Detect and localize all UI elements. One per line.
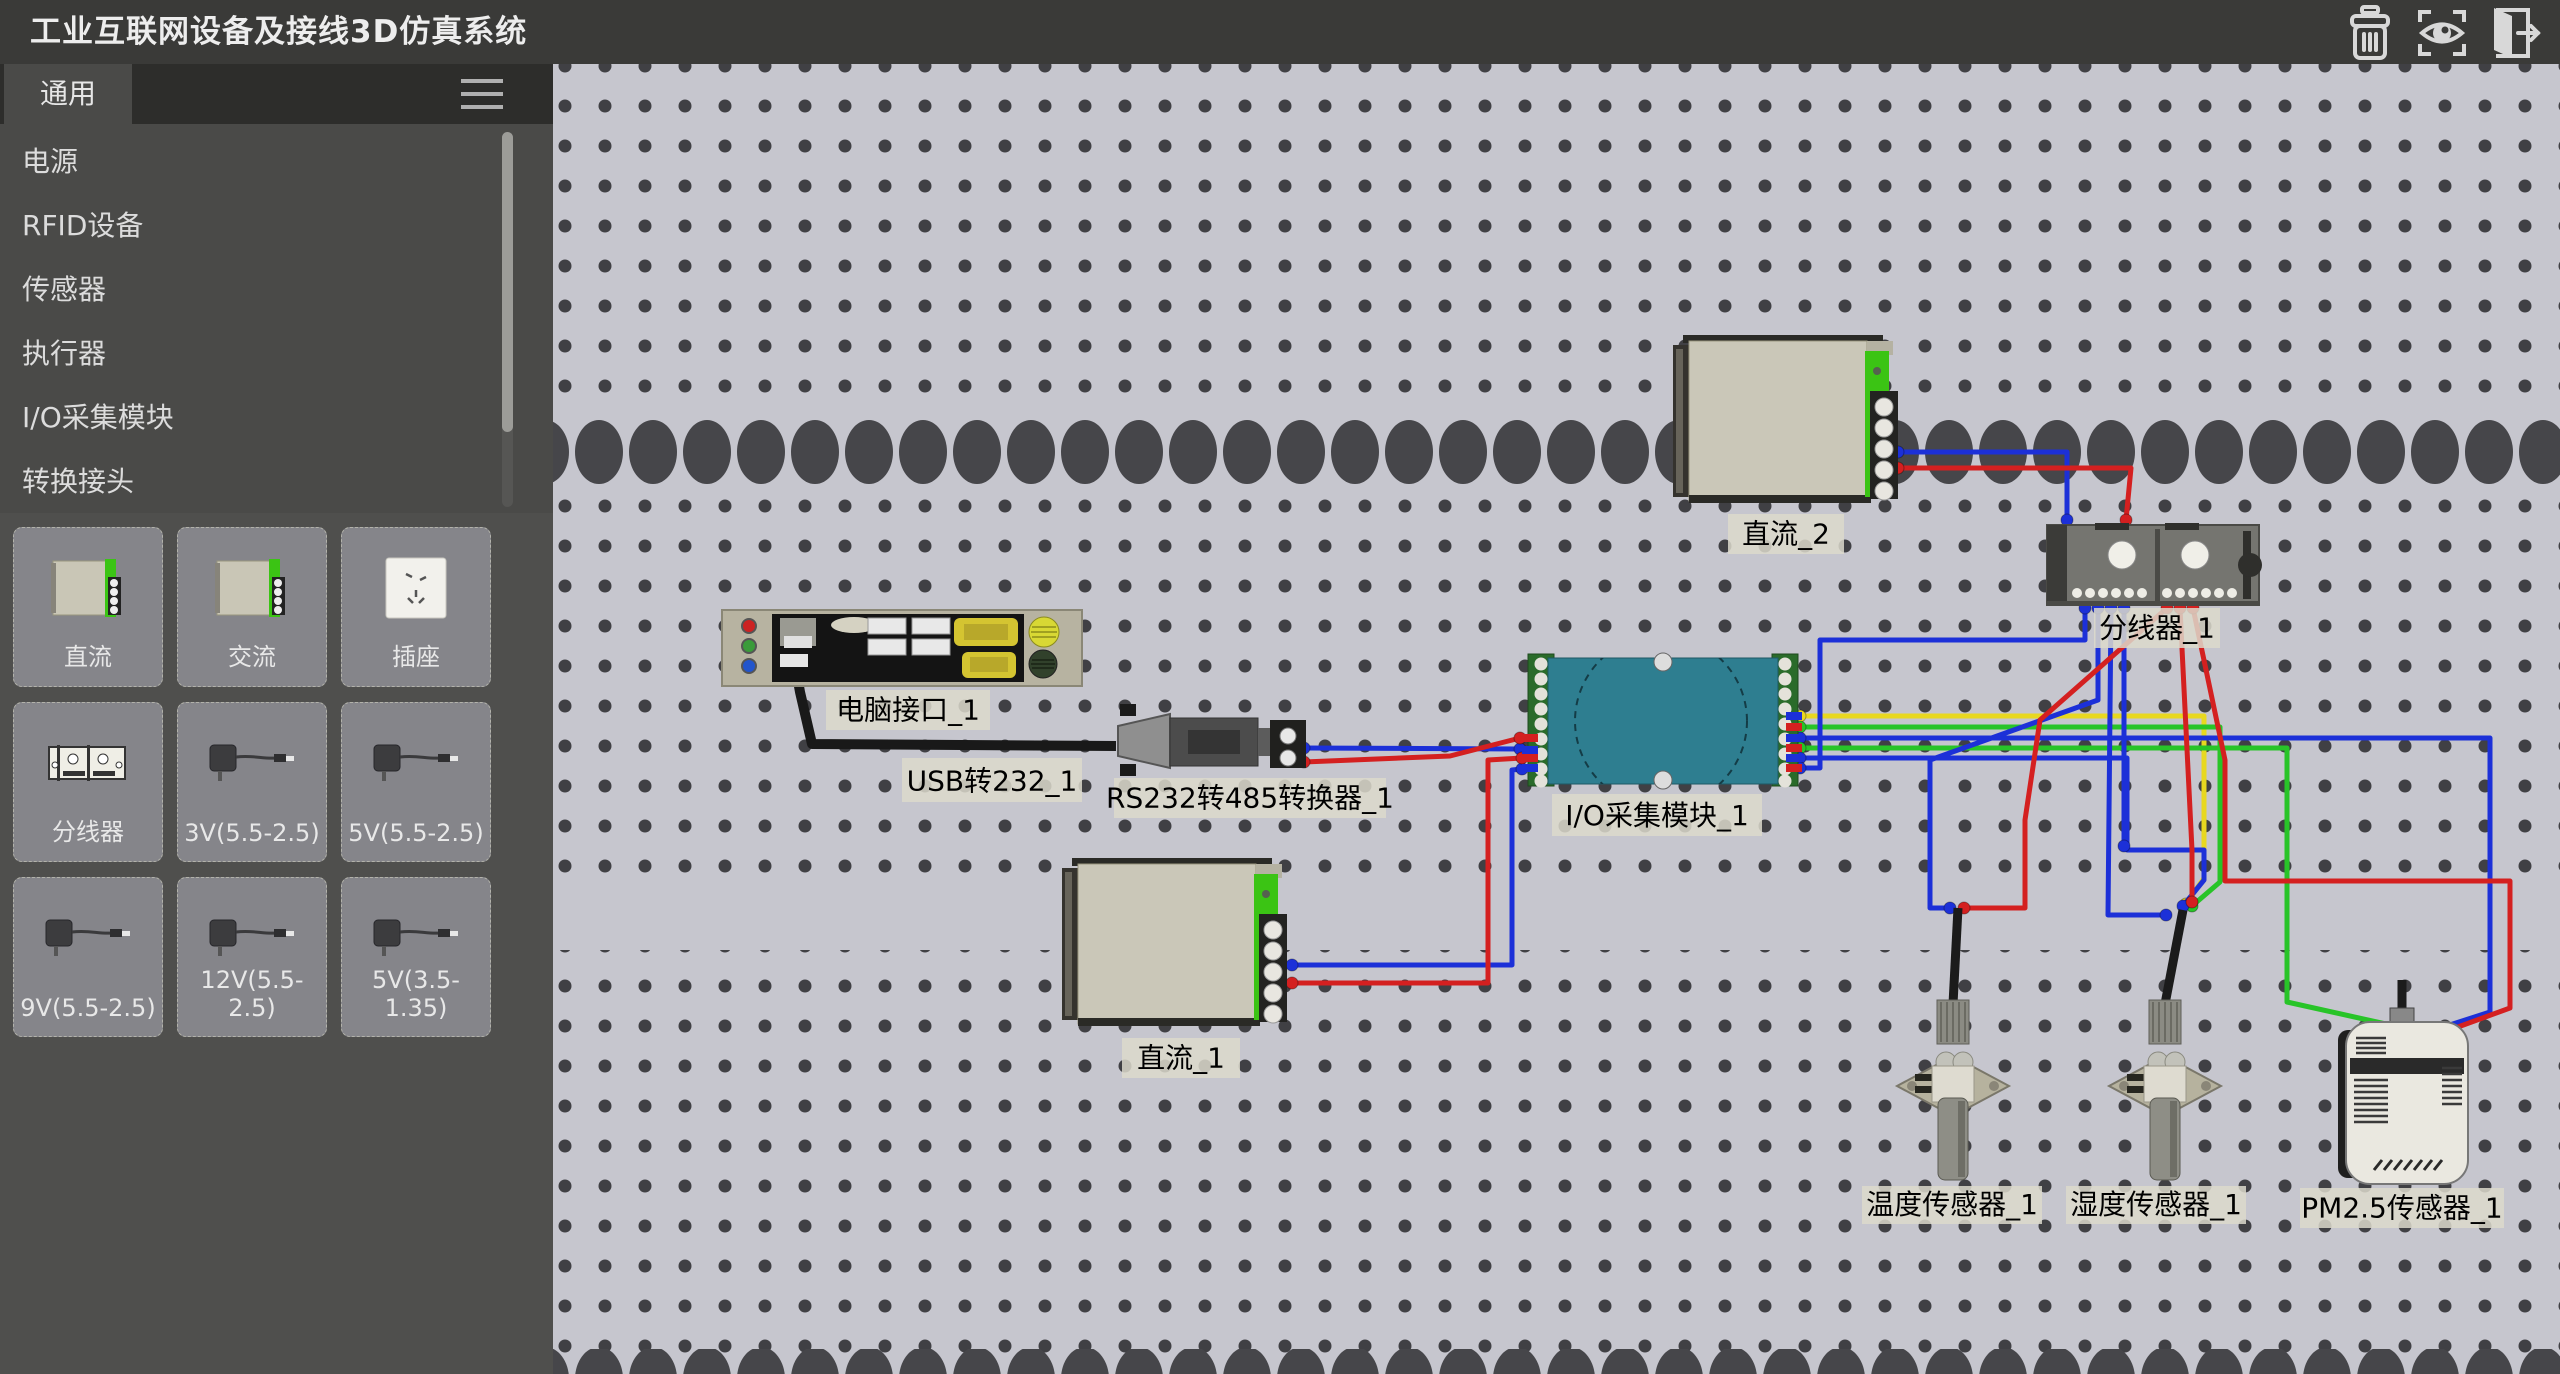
sidebar-item-0[interactable]: 电源 — [0, 130, 553, 194]
component-card-label: 5V(5.5-2.5) — [342, 819, 490, 847]
view-focus-icon[interactable] — [2412, 4, 2472, 62]
component-card-label: 9V(5.5-2.5) — [14, 994, 162, 1022]
component-card-label: 直流 — [14, 637, 162, 672]
component-card-6[interactable]: 9V(5.5-2.5) — [13, 877, 163, 1037]
component-card-label: 插座 — [342, 637, 490, 672]
svg-text:直流_1: 直流_1 — [1137, 1042, 1225, 1075]
svg-text:PM2.5传感器_1: PM2.5传感器_1 — [2301, 1192, 2502, 1225]
component-card-label: 分线器 — [14, 812, 162, 847]
sidebar-item-4[interactable]: I/O采集模块 — [0, 386, 553, 450]
svg-text:电脑接口_1: 电脑接口_1 — [836, 694, 980, 727]
component-card-1[interactable]: 交流 — [177, 527, 327, 687]
device-pc-interface-1[interactable] — [722, 610, 1082, 686]
svg-text:直流_2: 直流_2 — [1742, 518, 1830, 551]
component-card-label: 5V(3.5-1.35) — [342, 966, 490, 1022]
device-label-dc-power-2: 直流_2 — [1728, 514, 1844, 554]
svg-text:湿度传感器_1: 湿度传感器_1 — [2070, 1188, 2242, 1221]
device-dc-power-2[interactable] — [1673, 335, 1898, 503]
component-card-label: 交流 — [178, 637, 326, 672]
menu-icon[interactable] — [461, 79, 503, 109]
component-card-3[interactable]: 分线器 — [13, 702, 163, 862]
device-label-splitter-1: 分线器_1 — [2094, 608, 2220, 648]
component-card-panel: 直流交流插座分线器 3V(5.5-2.5) 5V(5.5-2.5) 9V(5.5-2.… — [0, 513, 553, 1374]
device-label-io-module-1: I/O采集模块_1 — [1552, 794, 1762, 836]
component-card-4[interactable]: 3V(5.5-2.5) — [177, 702, 327, 862]
svg-text:USB转232_1: USB转232_1 — [907, 765, 1078, 798]
exit-icon[interactable] — [2482, 4, 2542, 62]
title-bar: 工业互联网设备及接线3D仿真系统 — [0, 0, 2560, 64]
device-io-module-1[interactable] — [1522, 635, 1802, 807]
svg-text:分线器_1: 分线器_1 — [2099, 612, 2215, 645]
component-card-2[interactable]: 插座 — [341, 527, 491, 687]
component-card-label: 3V(5.5-2.5) — [178, 819, 326, 847]
component-card-8[interactable]: 5V(3.5-1.35) — [341, 877, 491, 1037]
device-label-rs232-to-485-converter-1: RS232转485转换器_1 — [1106, 778, 1394, 818]
device-label-pm25-sensor-1: PM2.5传感器_1 — [2300, 1188, 2504, 1228]
device-label-pc-interface-1: 电脑接口_1 — [826, 690, 990, 730]
app-title: 工业互联网设备及接线3D仿真系统 — [30, 0, 527, 64]
device-label-humidity-sensor-1: 湿度传感器_1 — [2066, 1186, 2246, 1224]
svg-text:I/O采集模块_1: I/O采集模块_1 — [1565, 799, 1749, 832]
sidebar-item-2[interactable]: 传感器 — [0, 258, 553, 322]
device-splitter-1[interactable] — [2047, 523, 2262, 606]
tab-common[interactable]: 通用 — [4, 64, 132, 124]
component-card-5[interactable]: 5V(5.5-2.5) — [341, 702, 491, 862]
device-dc-power-1[interactable] — [1062, 858, 1287, 1026]
category-menu: 电源RFID设备传感器执行器I/O采集模块转换接头 — [0, 124, 553, 513]
tab-strip: 通用 — [0, 64, 553, 124]
component-sidebar: 通用 电源RFID设备传感器执行器I/O采集模块转换接头 直流交流插座分线器 3V… — [0, 64, 553, 1374]
device-label-usb-to-232-1: USB转232_1 — [902, 758, 1082, 802]
svg-text:温度传感器_1: 温度传感器_1 — [1866, 1188, 2038, 1221]
device-label-dc-power-1: 直流_1 — [1122, 1038, 1240, 1078]
sidebar-item-3[interactable]: 执行器 — [0, 322, 553, 386]
component-card-0[interactable]: 直流 — [13, 527, 163, 687]
component-card-7[interactable]: 12V(5.5-2.5) — [177, 877, 327, 1037]
sidebar-item-1[interactable]: RFID设备 — [0, 194, 553, 258]
menu-scrollbar-thumb[interactable] — [502, 132, 513, 432]
trash-icon[interactable] — [2340, 4, 2400, 62]
component-card-label: 12V(5.5-2.5) — [178, 966, 326, 1022]
sidebar-item-5[interactable]: 转换接头 — [0, 450, 553, 514]
svg-text:RS232转485转换器_1: RS232转485转换器_1 — [1106, 782, 1394, 815]
device-label-temp-sensor-1: 温度传感器_1 — [1862, 1186, 2042, 1224]
